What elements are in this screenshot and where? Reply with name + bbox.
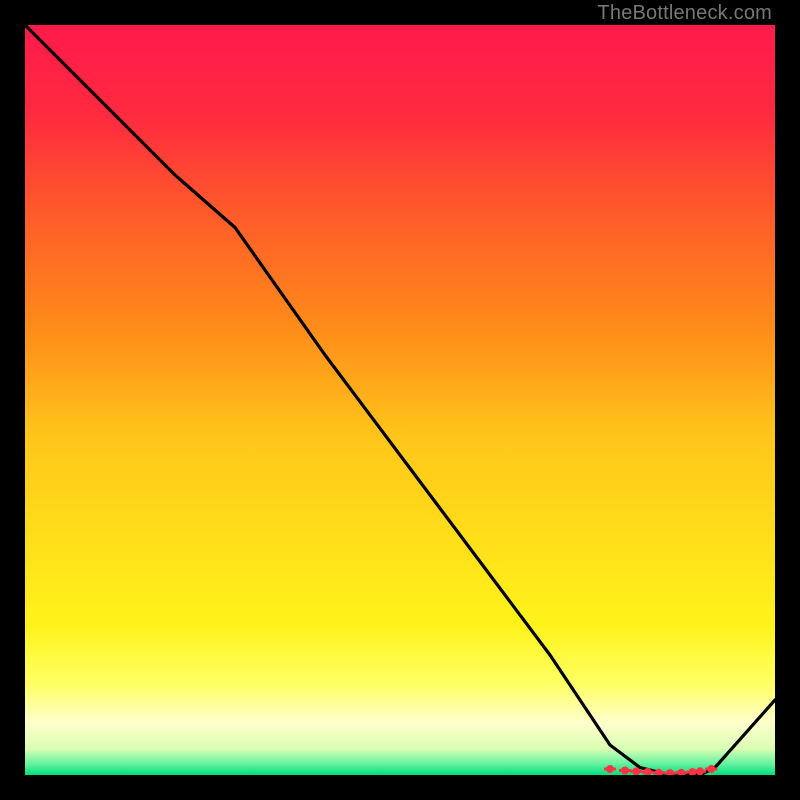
watermark-text: TheBottleneck.com bbox=[597, 2, 772, 25]
chart-svg bbox=[25, 25, 775, 775]
chart-frame bbox=[25, 25, 775, 775]
